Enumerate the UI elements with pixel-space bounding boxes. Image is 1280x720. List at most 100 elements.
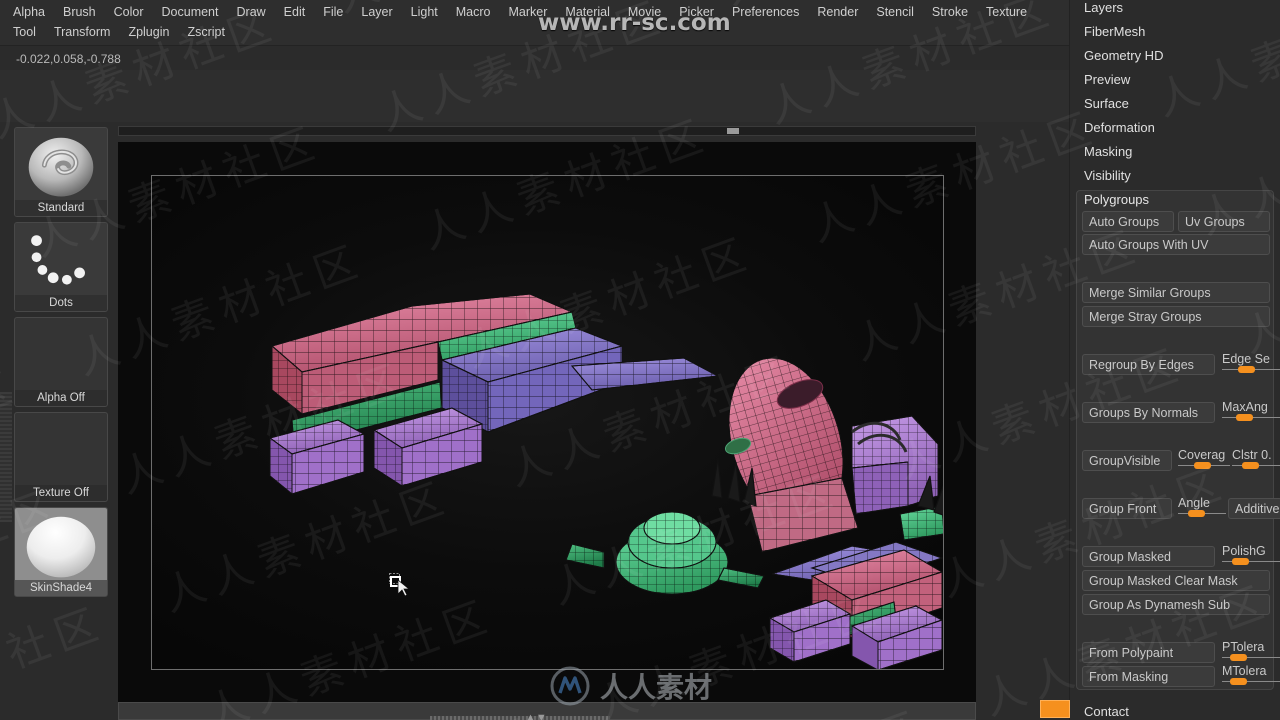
cursor-icon — [389, 573, 411, 597]
document-frame[interactable] — [151, 175, 944, 670]
menu-item-color[interactable]: Color — [105, 2, 153, 22]
menu-item-stencil[interactable]: Stencil — [867, 2, 923, 22]
merge-similar-groups-button[interactable]: Merge Similar Groups — [1082, 282, 1270, 303]
polygroups-group — [1076, 190, 1274, 690]
menu-item-texture[interactable]: Texture — [977, 2, 1036, 22]
document-scrollbar[interactable] — [118, 126, 976, 136]
group-as-dynamesh-sub-button[interactable]: Group As Dynamesh Sub — [1082, 594, 1270, 615]
coverage-slider[interactable]: Coverag — [1178, 448, 1230, 470]
menu-item-layer[interactable]: Layer — [352, 2, 401, 22]
menu-item-light[interactable]: Light — [402, 2, 447, 22]
texture-thumbnail[interactable]: Texture Off — [14, 412, 108, 502]
cluster-label: Clstr 0. — [1232, 448, 1272, 462]
palette-section-geometry-hd[interactable]: Geometry HD — [1084, 48, 1163, 63]
from-polypaint-button[interactable]: From Polypaint — [1082, 642, 1215, 663]
palette-section-surface[interactable]: Surface — [1084, 96, 1129, 111]
group-masked-button[interactable]: Group Masked — [1082, 546, 1215, 567]
tool-palette: Layers FiberMesh Geometry HD Preview Sur… — [1069, 0, 1280, 720]
menu-item-zplugin[interactable]: Zplugin — [119, 22, 178, 42]
m-tolerance-label: MTolera — [1222, 664, 1267, 678]
zbrush-window: 人人素材社区 人人素材社区 人人素材社区 人人素材社区 人人素材社区 人人素材社… — [0, 0, 1280, 720]
menu-item-draw[interactable]: Draw — [228, 2, 275, 22]
palette-section-masking[interactable]: Masking — [1084, 144, 1132, 159]
palette-section-fibermesh[interactable]: FiberMesh — [1084, 24, 1145, 39]
max-angle-knob[interactable] — [1236, 414, 1253, 421]
stroke-thumbnail[interactable]: Dots — [14, 222, 108, 312]
bottom-horizontal-scroll[interactable] — [430, 716, 610, 720]
spaceship-model-viewport[interactable] — [152, 176, 944, 670]
edge-sense-label: Edge Se — [1222, 352, 1270, 366]
menu-row-primary: Alpha Brush Color Document Draw Edit File Layer… — [4, 2, 1065, 22]
group-masked-clear-mask-button[interactable]: Group Masked Clear Mask — [1082, 570, 1270, 591]
mouse-cursor — [388, 572, 414, 598]
angle-knob[interactable] — [1188, 510, 1205, 517]
menu-item-zscript[interactable]: Zscript — [178, 22, 234, 42]
menu-item-tool[interactable]: Tool — [4, 22, 45, 42]
menu-row-secondary: Tool Transform Zplugin Zscript — [4, 22, 1065, 42]
palette-section-contact[interactable]: Contact — [1084, 704, 1129, 719]
max-angle-label: MaxAng — [1222, 400, 1268, 414]
stroke-label: Dots — [15, 295, 107, 311]
palette-section-layers[interactable]: Layers — [1084, 0, 1123, 15]
polygroups-title[interactable]: Polygroups — [1084, 192, 1149, 207]
menu-item-edit[interactable]: Edit — [275, 2, 315, 22]
menu-item-document[interactable]: Document — [153, 2, 228, 22]
menu-bar: Alpha Brush Color Document Draw Edit File Layer… — [0, 0, 1069, 46]
m-tolerance-knob[interactable] — [1230, 678, 1247, 685]
edge-sense-knob[interactable] — [1238, 366, 1255, 373]
palette-section-visibility[interactable]: Visibility — [1084, 168, 1131, 183]
edge-sense-slider[interactable]: Edge Se — [1222, 352, 1280, 374]
canvas-area[interactable] — [118, 142, 976, 702]
texture-label: Texture Off — [15, 485, 107, 501]
bottom-right-corner-button[interactable] — [1040, 700, 1070, 718]
menu-item-macro[interactable]: Macro — [447, 2, 500, 22]
document-scrollbar-thumb[interactable] — [727, 128, 739, 134]
palette-section-preview[interactable]: Preview — [1084, 72, 1130, 87]
polish-group-label: PolishG — [1222, 544, 1266, 558]
groups-by-normals-button[interactable]: Groups By Normals — [1082, 402, 1215, 423]
additive-button[interactable]: Additive — [1228, 498, 1280, 519]
auto-groups-with-uv-button[interactable]: Auto Groups With UV — [1082, 234, 1270, 255]
svg-text:人人素材: 人人素材 — [600, 671, 712, 704]
cluster-knob[interactable] — [1242, 462, 1259, 469]
coordinate-readout: -0.022,0.058,-0.788 — [16, 52, 121, 66]
merge-stray-groups-button[interactable]: Merge Stray Groups — [1082, 306, 1270, 327]
menu-item-brush[interactable]: Brush — [54, 2, 105, 22]
right-nav-toolbar: BPR SPix 3 Dynamic Persp ≈ ⊻ ≈ Floor — [976, 122, 1040, 720]
group-visible-button[interactable]: GroupVisible — [1082, 450, 1172, 471]
brush-label: Standard — [15, 200, 107, 216]
group-front-button[interactable]: Group Front — [1082, 498, 1172, 519]
cluster-slider[interactable]: Clstr 0. — [1232, 448, 1280, 470]
polish-group-knob[interactable] — [1232, 558, 1249, 565]
alpha-label: Alpha Off — [15, 390, 107, 406]
brush-thumbnail[interactable]: Standard — [14, 127, 108, 217]
auto-groups-button[interactable]: Auto Groups — [1082, 211, 1174, 232]
site-watermark: www.rr-sc.com — [538, 10, 731, 36]
coverage-knob[interactable] — [1194, 462, 1211, 469]
angle-slider[interactable]: Angle — [1178, 496, 1226, 518]
brand-logo-icon: 人人素材 — [550, 666, 712, 706]
palette-section-deformation[interactable]: Deformation — [1084, 120, 1155, 135]
p-tolerance-slider[interactable]: PTolera — [1222, 640, 1280, 662]
menu-item-preferences[interactable]: Preferences — [723, 2, 808, 22]
menu-item-file[interactable]: File — [314, 2, 352, 22]
polish-group-track — [1222, 561, 1280, 562]
bottom-resize-arrows[interactable]: ▲▼ — [525, 712, 547, 720]
max-angle-slider[interactable]: MaxAng — [1222, 400, 1280, 422]
menu-item-alpha[interactable]: Alpha — [4, 2, 54, 22]
from-masking-button[interactable]: From Masking — [1082, 666, 1215, 687]
alpha-thumbnail[interactable]: Alpha Off — [14, 317, 108, 407]
p-tolerance-knob[interactable] — [1230, 654, 1247, 661]
material-thumbnail[interactable]: SkinShade4 — [14, 507, 108, 597]
polish-group-slider[interactable]: PolishG — [1222, 544, 1280, 566]
p-tolerance-label: PTolera — [1222, 640, 1265, 654]
menu-item-stroke[interactable]: Stroke — [923, 2, 977, 22]
material-label: SkinShade4 — [15, 580, 107, 596]
regroup-by-edges-button[interactable]: Regroup By Edges — [1082, 354, 1215, 375]
m-tolerance-slider[interactable]: MTolera — [1222, 664, 1280, 686]
menu-item-transform[interactable]: Transform — [45, 22, 120, 42]
angle-label: Angle — [1178, 496, 1210, 510]
left-scroll-strip[interactable] — [0, 392, 12, 522]
menu-item-render[interactable]: Render — [808, 2, 867, 22]
uv-groups-button[interactable]: Uv Groups — [1178, 211, 1270, 232]
